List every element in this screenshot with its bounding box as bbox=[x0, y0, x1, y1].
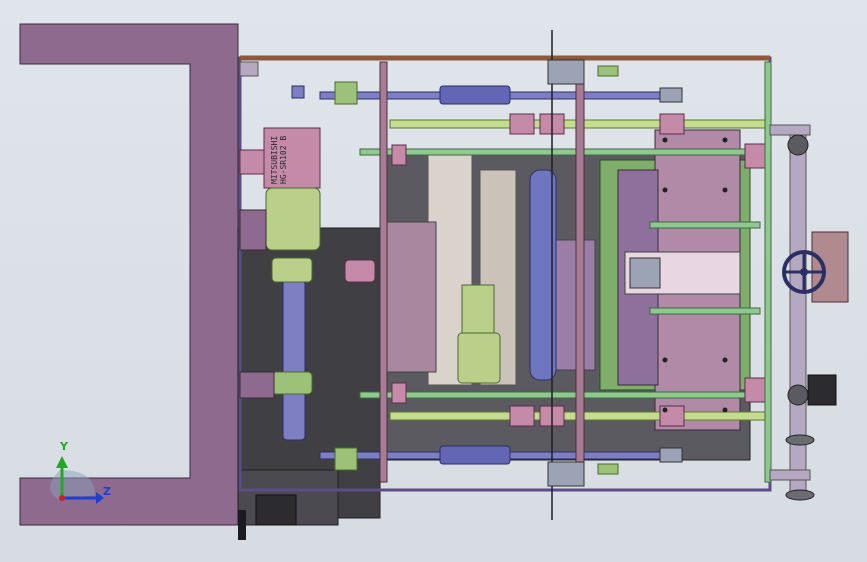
bottom-gear-1 bbox=[785, 434, 815, 446]
small-motor bbox=[457, 284, 501, 384]
bearing-block-9 bbox=[391, 144, 407, 166]
fitting-top-4 bbox=[659, 87, 683, 103]
linear-slide-inner bbox=[629, 257, 661, 289]
axis-y-label: Y bbox=[60, 440, 68, 453]
motor-brand-text: MITSUBISHI bbox=[270, 135, 279, 185]
mid-shaft bbox=[649, 307, 761, 315]
dark-strip bbox=[238, 510, 246, 540]
c-frame bbox=[19, 23, 239, 526]
fitting-bottom-3 bbox=[659, 447, 683, 463]
upper-ballscrew bbox=[359, 148, 761, 156]
blue-roller-tall bbox=[282, 279, 306, 441]
purple-pad-left bbox=[239, 371, 275, 399]
cad-viewport[interactable]: MITSUBISHI HG-SR102 B Y Z bbox=[0, 0, 867, 562]
bottom-gear-2 bbox=[785, 489, 815, 501]
center-clamp-bottom bbox=[547, 461, 585, 487]
right-gear-2 bbox=[787, 384, 809, 406]
base-dark-mount bbox=[255, 494, 297, 526]
center-clamp-top bbox=[547, 59, 585, 85]
right-bracket-top bbox=[769, 124, 811, 136]
fitting-top-2 bbox=[334, 81, 358, 105]
fitting-top-3 bbox=[597, 65, 619, 77]
vertical-post-left bbox=[379, 61, 388, 483]
bearing-block-3 bbox=[659, 113, 685, 135]
lower-ballscrew bbox=[359, 391, 761, 399]
right-motor-block bbox=[807, 374, 837, 406]
fitting-top-1 bbox=[291, 85, 305, 99]
right-bracket-bottom bbox=[769, 469, 811, 481]
bottom-cylinder bbox=[439, 445, 511, 465]
axis-z-label: Z bbox=[103, 485, 111, 498]
green-coupling bbox=[271, 371, 313, 395]
motor-model-text: HG-SR102 B bbox=[279, 135, 288, 185]
machine-assembly-drawing[interactable] bbox=[0, 0, 867, 562]
pink-coupling bbox=[344, 259, 376, 283]
bearing-block-8 bbox=[744, 377, 768, 403]
mid-shaft-2 bbox=[649, 221, 761, 229]
top-cylinder bbox=[439, 85, 511, 105]
frame-top-left-plate bbox=[239, 61, 259, 77]
fitting-bottom-1 bbox=[334, 447, 358, 471]
fitting-bottom-2 bbox=[597, 463, 619, 475]
purple-plate bbox=[385, 221, 437, 373]
motor-nameplate: MITSUBISHI HG-SR102 B bbox=[270, 135, 318, 185]
right-gear-1 bbox=[787, 134, 809, 156]
bearing-block-10 bbox=[391, 382, 407, 404]
bearing-block-4 bbox=[509, 405, 535, 427]
bearing-block-1 bbox=[509, 113, 535, 135]
vertical-post-center bbox=[575, 61, 585, 483]
bearing-block-7 bbox=[744, 143, 768, 169]
